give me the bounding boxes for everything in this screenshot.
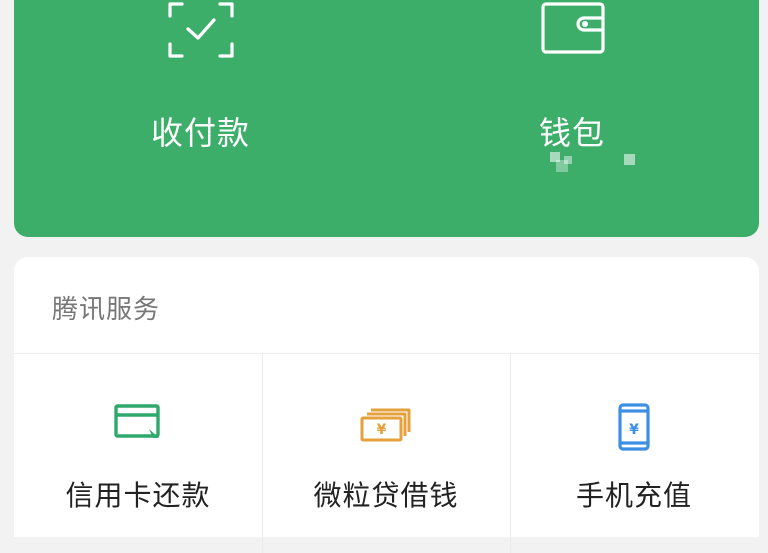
section-title: 腾讯服务 bbox=[52, 295, 161, 325]
svg-text:¥: ¥ bbox=[377, 422, 387, 438]
money-bills-icon: ¥ bbox=[359, 402, 413, 448]
scan-check-icon bbox=[166, 0, 236, 64]
phone-recharge-label: 手机充值 bbox=[575, 479, 692, 512]
tencent-services-card: 腾讯服务 信用卡还款 ¥ 微粒贷借钱 ¥ 手机充值 bbox=[14, 257, 759, 553]
receive-pay-button[interactable]: 收付款 bbox=[14, 0, 386, 237]
wallet-label: 钱包 bbox=[539, 114, 606, 152]
receive-pay-label: 收付款 bbox=[151, 114, 251, 152]
credit-card-repay-button[interactable]: 信用卡还款 bbox=[14, 354, 262, 514]
wallet-icon bbox=[540, 0, 606, 62]
weilidai-loan-label: 微粒贷借钱 bbox=[313, 479, 459, 512]
credit-card-icon bbox=[113, 402, 163, 446]
svg-text:¥: ¥ bbox=[629, 422, 639, 438]
weilidai-loan-button[interactable]: ¥ 微粒贷借钱 bbox=[262, 354, 510, 514]
wallet-button[interactable]: 钱包 bbox=[386, 0, 758, 237]
phone-recharge-button[interactable]: ¥ 手机充值 bbox=[510, 354, 758, 514]
wallet-header-card: 收付款 钱包 bbox=[14, 0, 759, 237]
phone-recharge-icon: ¥ bbox=[616, 402, 652, 456]
credit-card-repay-label: 信用卡还款 bbox=[65, 479, 211, 512]
wallet-balance-masked bbox=[534, 150, 644, 180]
